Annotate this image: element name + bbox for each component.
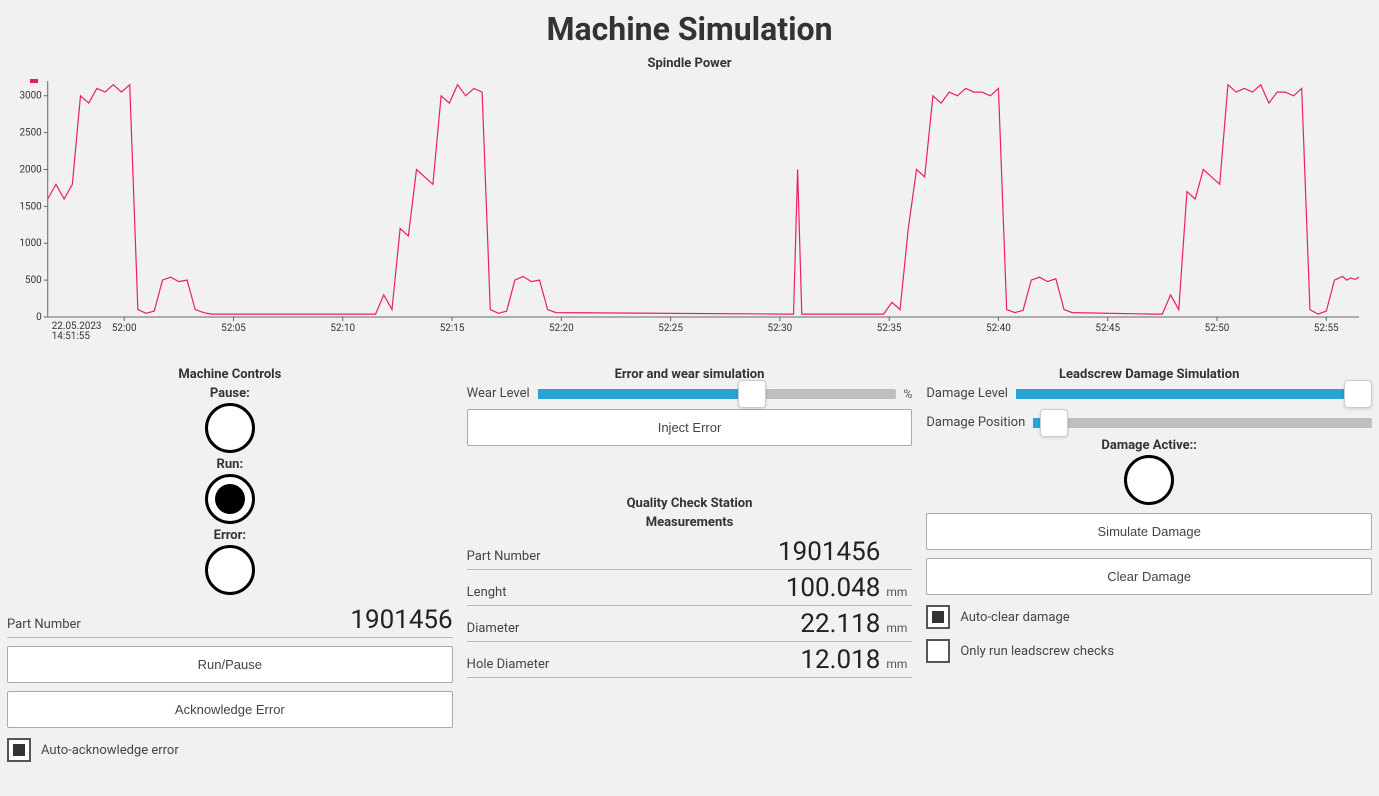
quality-row: Lenght100.048 mm [467,570,913,606]
damage-level-label: Damage Level [926,386,1008,401]
quality-row-unit: mm [886,585,912,599]
svg-text:52:35: 52:35 [877,323,902,334]
quality-row: Part Number1901456 [467,534,913,570]
wear-unit: % [904,387,913,401]
svg-text:52:40: 52:40 [986,323,1011,334]
svg-text:1500: 1500 [19,201,42,212]
quality-row-unit: mm [886,621,912,635]
acknowledge-error-button[interactable]: Acknowledge Error [7,691,453,728]
quality-row-label: Part Number [467,549,541,564]
run-label: Run: [7,457,453,472]
svg-text:2500: 2500 [19,128,42,139]
quality-row-value: 1901456 [541,537,881,567]
quality-row-label: Lenght [467,585,507,600]
chart-title: Spindle Power [5,56,1374,71]
quality-title: Quality Check Station [467,496,913,511]
damage-position-label: Damage Position [926,415,1025,430]
part-number-label: Part Number [7,617,81,632]
auto-acknowledge-checkbox[interactable] [7,738,31,762]
auto-clear-label: Auto-clear damage [960,610,1069,625]
part-number-value: 1901456 [81,605,453,635]
only-leadscrew-checkbox[interactable] [926,639,950,663]
quality-row: Diameter22.118 mm [467,606,913,642]
error-wear-title: Error and wear simulation [467,367,913,382]
machine-controls-title: Machine Controls [7,367,453,382]
svg-text:52:25: 52:25 [658,323,683,334]
quality-row-value: 12.018 [549,645,880,675]
damage-level-slider[interactable] [1016,389,1372,399]
machine-controls-panel: Machine Controls Pause: Run: Error: Part… [7,367,453,762]
svg-text:3000: 3000 [19,91,42,102]
svg-text:2000: 2000 [19,164,42,175]
quality-row-value: 22.118 [519,609,880,639]
svg-text:52:05: 52:05 [221,323,246,334]
only-leadscrew-label: Only run leadscrew checks [960,644,1114,659]
leadscrew-panel: Leadscrew Damage Simulation Damage Level… [926,367,1372,762]
damage-active-indicator[interactable] [1124,455,1174,505]
error-wear-panel: Error and wear simulation Wear Level % I… [467,367,913,762]
damage-active-label: Damage Active:: [926,438,1372,453]
quality-row-label: Diameter [467,621,520,636]
svg-text:500: 500 [25,275,42,286]
svg-text:52:45: 52:45 [1095,323,1120,334]
svg-text:52:15: 52:15 [440,323,465,334]
auto-acknowledge-label: Auto-acknowledge error [41,743,179,758]
leadscrew-title: Leadscrew Damage Simulation [926,367,1372,382]
svg-text:52:55: 52:55 [1314,323,1339,334]
error-indicator[interactable] [205,545,255,595]
quality-subtitle: Measurements [467,515,913,530]
simulate-damage-button[interactable]: Simulate Damage [926,513,1372,550]
run-indicator[interactable] [205,474,255,524]
inject-error-button[interactable]: Inject Error [467,409,913,446]
error-label: Error: [7,528,453,543]
svg-text:0: 0 [36,312,42,323]
damage-position-slider[interactable] [1033,418,1372,428]
legend-swatch [30,79,38,83]
wear-level-label: Wear Level [467,386,530,401]
page-title: Machine Simulation [5,10,1374,48]
svg-text:52:20: 52:20 [549,323,574,334]
svg-text:14:51:55: 14:51:55 [52,331,91,342]
quality-row-value: 100.048 [506,573,880,603]
svg-text:52:50: 52:50 [1205,323,1230,334]
quality-check-panel: Quality Check Station Measurements Part … [467,496,913,678]
quality-row-unit: mm [886,657,912,671]
spindle-power-chart: 05001000150020002500300022.05.202314:51:… [10,77,1369,347]
run-pause-button[interactable]: Run/Pause [7,646,453,683]
pause-label: Pause: [7,386,453,401]
clear-damage-button[interactable]: Clear Damage [926,558,1372,595]
wear-level-slider[interactable] [538,389,896,399]
pause-indicator[interactable] [205,403,255,453]
auto-clear-checkbox[interactable] [926,605,950,629]
svg-text:52:00: 52:00 [112,323,137,334]
svg-text:52:10: 52:10 [330,323,355,334]
svg-text:52:30: 52:30 [768,323,793,334]
svg-text:1000: 1000 [19,238,42,249]
quality-row-label: Hole Diameter [467,657,550,672]
quality-row: Hole Diameter12.018 mm [467,642,913,678]
